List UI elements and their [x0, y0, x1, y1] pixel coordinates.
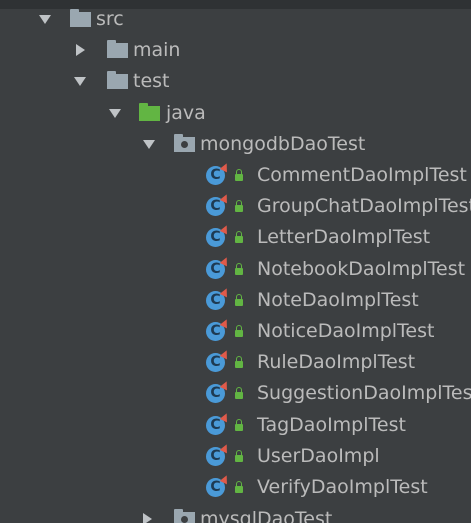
tree-node-label: mongodbDaoTest — [200, 133, 366, 155]
lock-icon — [235, 356, 243, 368]
tree-node-label: LetterDaoImplTest — [257, 226, 431, 248]
tree-node-class[interactable]: C UserDaoImpl — [0, 441, 471, 472]
lock-icon — [235, 325, 243, 337]
tree-node-class[interactable]: C TagDaoImplTest — [0, 410, 471, 441]
tree-node-label: UserDaoImpl — [257, 445, 380, 467]
tree-node-label: NoteDaoImplTest — [257, 289, 419, 311]
folder-icon — [107, 40, 128, 58]
lock-icon — [235, 263, 243, 275]
tree-node-label: VerifyDaoImplTest — [257, 476, 428, 498]
lock-icon — [235, 169, 243, 181]
tree-node-main[interactable]: main — [0, 35, 471, 66]
lock-icon — [235, 200, 243, 212]
tree-node-label: RuleDaoImplTest — [257, 351, 416, 373]
tree-node-mysqlDaoTest[interactable]: mysqlDaoTest — [0, 504, 471, 523]
collapse-arrow-icon[interactable] — [143, 513, 152, 523]
tree-node-label: NotebookDaoImplTest — [257, 258, 466, 280]
lock-icon — [235, 481, 243, 493]
java-test-class-icon: C — [206, 411, 231, 435]
java-test-class-icon: C — [206, 317, 231, 341]
tree-node-class[interactable]: C VerifyDaoImplTest — [0, 472, 471, 503]
tree-node-class[interactable]: C LetterDaoImplTest — [0, 222, 471, 253]
package-icon — [174, 509, 195, 523]
java-test-class-icon: C — [206, 379, 231, 403]
lock-icon — [235, 387, 243, 399]
tree-node-label: GroupChatDaoImplTest — [257, 195, 471, 217]
tree-node-label: mysqlDaoTest — [200, 508, 333, 523]
folder-icon — [107, 71, 128, 89]
tree-node-class[interactable]: C CommentDaoImplTest — [0, 160, 471, 191]
java-test-class-icon: C — [206, 223, 231, 247]
expand-arrow-icon[interactable] — [109, 109, 121, 118]
tree-node-label: CommentDaoImplTest — [257, 164, 467, 186]
expand-arrow-icon[interactable] — [74, 77, 86, 86]
lock-icon — [235, 294, 243, 306]
package-icon — [174, 134, 195, 152]
tree-node-class[interactable]: C NoticeDaoImplTest — [0, 316, 471, 347]
collapse-arrow-icon[interactable] — [76, 44, 85, 56]
tree-node-label: test — [133, 70, 170, 92]
java-test-class-icon: C — [206, 348, 231, 372]
tree-node-src[interactable]: src — [0, 4, 471, 35]
tree-node-class[interactable]: C RuleDaoImplTest — [0, 347, 471, 378]
tree-node-label: SuggestionDaoImplTest — [257, 382, 471, 404]
tree-node-label: NoticeDaoImplTest — [257, 320, 435, 342]
lock-icon — [235, 231, 243, 243]
expand-arrow-icon[interactable] — [39, 15, 51, 24]
java-test-class-icon: C — [206, 255, 231, 279]
tree-node-label: TagDaoImplTest — [257, 414, 406, 436]
tree-node-label: main — [133, 39, 181, 61]
folder-icon — [70, 9, 91, 27]
java-test-class-icon: C — [206, 192, 231, 216]
tree-node-class[interactable]: C NotebookDaoImplTest — [0, 254, 471, 285]
java-test-class-icon: C — [206, 473, 231, 497]
lock-icon — [235, 419, 243, 431]
tree-node-test[interactable]: test — [0, 66, 471, 97]
java-test-class-icon: C — [206, 442, 231, 466]
tree-node-label: src — [96, 8, 124, 30]
test-source-folder-icon — [139, 103, 160, 121]
tree-node-label: java — [166, 102, 206, 124]
tree-node-class[interactable]: C GroupChatDaoImplTest — [0, 191, 471, 222]
tree-node-class[interactable]: C NoteDaoImplTest — [0, 285, 471, 316]
tree-node-java[interactable]: java — [0, 98, 471, 129]
java-test-class-icon: C — [206, 161, 231, 185]
java-test-class-icon: C — [206, 286, 231, 310]
expand-arrow-icon[interactable] — [143, 140, 155, 149]
tree-node-class[interactable]: C SuggestionDaoImplTest — [0, 378, 471, 409]
lock-icon — [235, 450, 243, 462]
tree-node-mongodbDaoTest[interactable]: mongodbDaoTest — [0, 129, 471, 160]
